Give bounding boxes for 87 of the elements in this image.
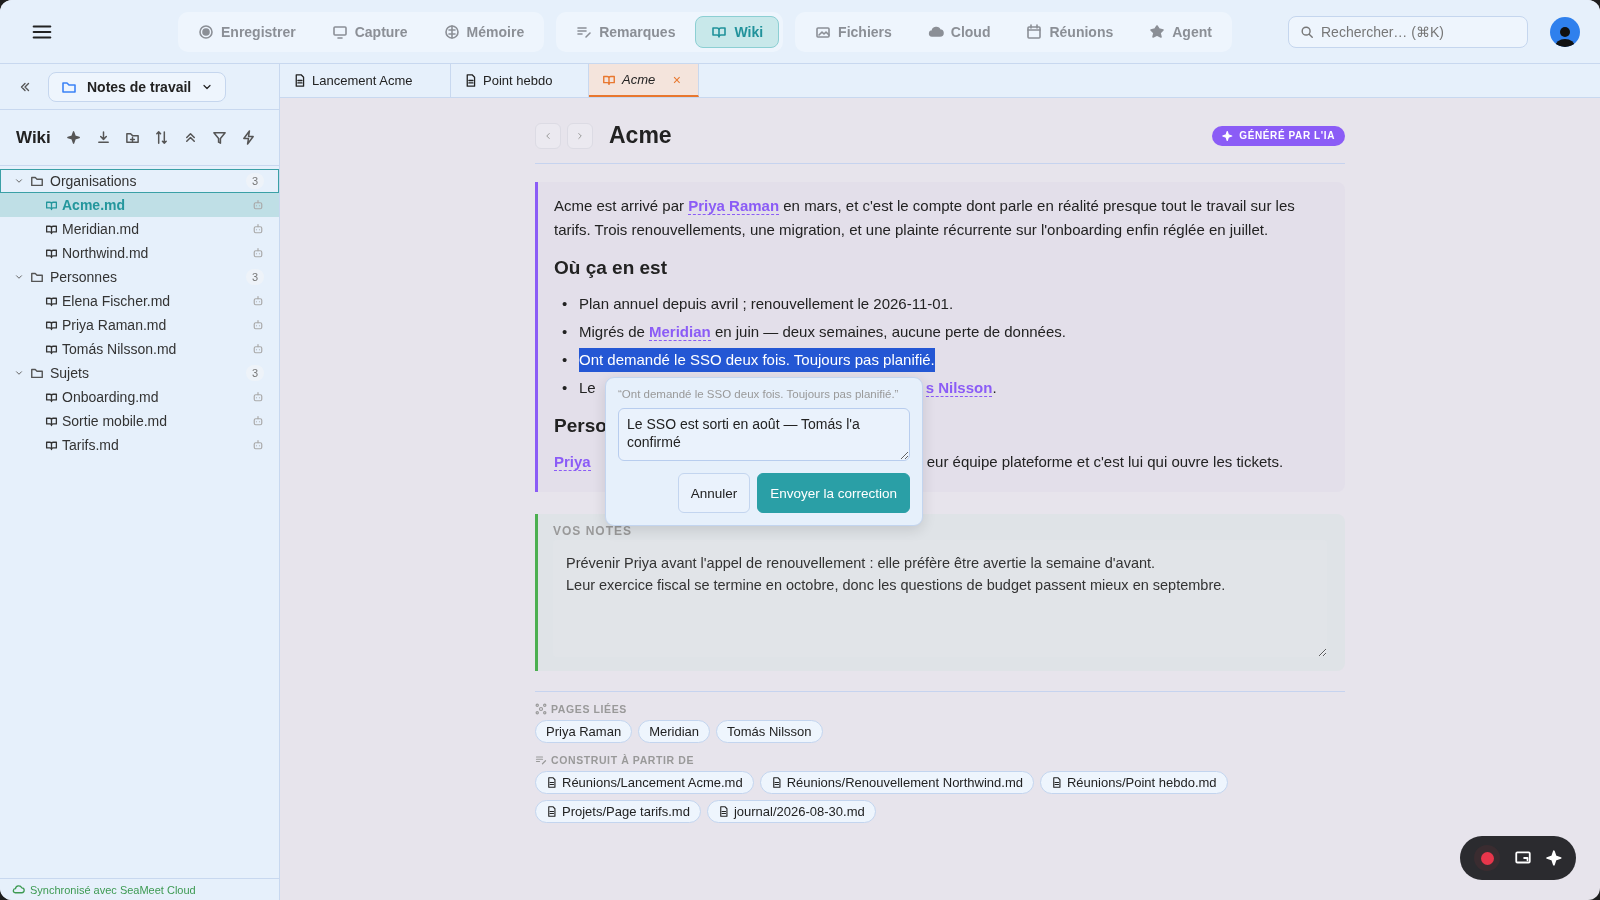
document-icon xyxy=(1050,777,1062,788)
sidebar-title: Wiki xyxy=(16,127,51,148)
chevron-left-icon xyxy=(543,130,553,141)
document-icon xyxy=(770,777,782,788)
sparkle-button[interactable] xyxy=(66,130,82,145)
document-icon xyxy=(464,74,477,87)
chevron-down-icon xyxy=(14,368,24,378)
document-icon xyxy=(546,777,557,788)
sparkle-icon xyxy=(66,130,82,145)
folder-icon xyxy=(30,174,44,188)
summary-paragraph: Acme est arrivé par Priya Raman en mars, et c'est le compte dont parle en réalité presque tout le travail sur les tarifs. Trois renouvellements, une migration, et une plainte récurrente sur l'onboarding enfin réglée en juillet. xyxy=(554,196,1296,240)
linked-page-chip[interactable]: Priya Raman xyxy=(535,720,633,743)
correction-field[interactable]: Le SSO est sorti en août — Tomás l'a confirmé xyxy=(618,408,910,461)
document-tab[interactable]: Acme × xyxy=(589,64,699,97)
count-badge: 3 xyxy=(245,365,264,381)
folder-plus-icon xyxy=(124,130,140,145)
section-label: CONSTRUIT À PARTIR DE xyxy=(551,754,695,766)
search-field[interactable]: Rechercher… (⌘K) xyxy=(1288,15,1528,48)
list-pen-icon xyxy=(535,754,547,766)
sort-arrows-icon xyxy=(153,130,169,145)
document-tab[interactable]: Lancement Acme xyxy=(280,64,451,97)
body-text: eur équipe plateforme et c'est lui qui ouvre les tickets. xyxy=(926,453,1284,470)
file-row[interactable]: Elena Fischer.md xyxy=(0,289,279,313)
linked-page-chip[interactable]: Meridian xyxy=(638,720,710,743)
search-icon xyxy=(1300,24,1314,39)
file-row[interactable]: Tomás Nilsson.md xyxy=(0,337,279,361)
sparkle-button[interactable] xyxy=(1546,849,1564,867)
source-chip[interactable]: Réunions/Renouvellement Northwind.md xyxy=(759,771,1034,794)
sort-arrows-button[interactable] xyxy=(153,130,169,145)
bullet-text: Migrés de Meridian en juin — deux semaines, aucune perte de données. xyxy=(579,322,1066,343)
quoted-text: “Ont demandé le SSO deux fois. Toujours pas planifié.” xyxy=(618,388,900,400)
folder-row[interactable]: Personnes 3 xyxy=(0,265,279,289)
cancel-button[interactable]: Annuler xyxy=(677,473,751,513)
monitor-icon xyxy=(331,23,348,40)
calendar-icon xyxy=(1026,23,1043,40)
sparkle-icon xyxy=(1546,849,1564,867)
download-icon xyxy=(95,130,111,145)
source-chip[interactable]: Projets/Page tarifs.md xyxy=(535,800,701,823)
body-text: . xyxy=(992,379,997,396)
linked-page-chip[interactable]: Tomás Nilsson xyxy=(716,720,823,743)
file-row[interactable]: Meridian.md xyxy=(0,217,279,241)
selected-text: Ont demandé le SSO deux fois. Toujours pas planifié. xyxy=(579,348,935,372)
count-badge: 3 xyxy=(245,173,264,189)
record-icon xyxy=(198,23,214,40)
count-badge: 3 xyxy=(245,269,264,285)
chevron-down-icon xyxy=(14,176,24,186)
folder-icon xyxy=(30,270,44,284)
bullet-marker: • xyxy=(562,294,569,314)
folder-plus-button[interactable] xyxy=(124,130,140,145)
bullet-marker: • xyxy=(562,322,569,342)
document-icon xyxy=(293,74,306,87)
bullet-marker: • xyxy=(562,378,569,398)
sync-status: Synchronisé avec SeaMeet Cloud xyxy=(30,883,196,896)
sparkle-icon xyxy=(1222,129,1235,142)
section-heading: Perso xyxy=(554,414,607,438)
file-row[interactable]: Sortie mobile.md xyxy=(0,409,279,433)
document-icon xyxy=(717,806,729,817)
source-chip[interactable]: Réunions/Point hebdo.md xyxy=(1039,771,1228,794)
bullet-marker: • xyxy=(562,350,569,370)
cloud-sync-icon xyxy=(12,883,25,896)
page-title: Acme xyxy=(609,122,673,149)
source-chip[interactable]: Réunions/Lancement Acme.md xyxy=(535,771,754,794)
file-row[interactable]: Northwind.md xyxy=(0,241,279,265)
document-icon xyxy=(546,806,557,817)
source-chip[interactable]: journal/2026-08-30.md xyxy=(706,800,876,823)
lightning-icon xyxy=(240,130,256,145)
body-text: Le xyxy=(579,379,596,396)
folder-icon xyxy=(30,366,44,380)
section-heading: Où ça en est xyxy=(554,256,667,280)
network-icon xyxy=(535,703,547,715)
download-button[interactable] xyxy=(95,130,111,145)
workspace-dropdown[interactable]: Notes de travail xyxy=(48,71,227,102)
section-label: PAGES LIÉES xyxy=(551,703,627,715)
badge-label: GÉNÉRÉ PAR L'IA xyxy=(1239,130,1335,141)
lightning-button[interactable] xyxy=(240,130,256,145)
folder-row[interactable]: Sujets 3 xyxy=(0,361,279,385)
filter-icon xyxy=(211,130,227,145)
section-label: VOS NOTES xyxy=(553,524,633,538)
chevron-down-icon xyxy=(14,272,24,282)
avatar-icon[interactable] xyxy=(1550,16,1580,47)
file-row[interactable]: Priya Raman.md xyxy=(0,313,279,337)
file-row[interactable]: Tarifs.md xyxy=(0,433,279,457)
file-row[interactable]: Onboarding.md xyxy=(0,385,279,409)
chevron-right-icon xyxy=(575,130,585,141)
record-button[interactable] xyxy=(1474,845,1500,871)
bullet-text: Plan annuel depuis avril ; renouvellement le 2026-11-01. xyxy=(579,294,954,314)
filter-button[interactable] xyxy=(211,130,227,145)
